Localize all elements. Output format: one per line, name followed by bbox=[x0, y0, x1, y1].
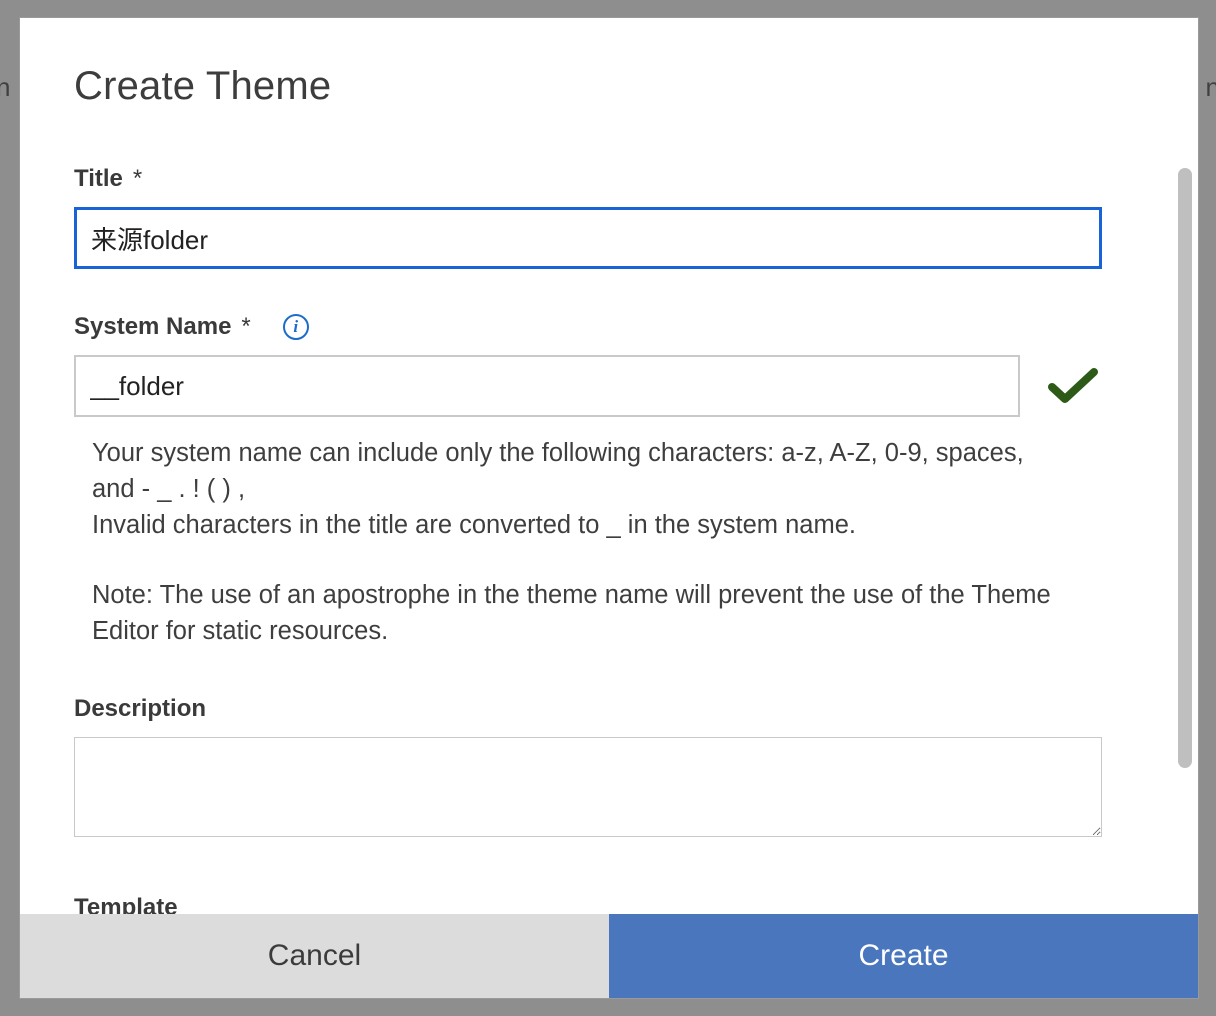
create-theme-form: Title * System Name * i bbox=[74, 165, 1144, 914]
title-label: Title bbox=[74, 165, 123, 193]
system-name-help-line1: Your system name can include only the fo… bbox=[92, 439, 1024, 503]
create-theme-modal: Create Theme Title * System Name * i bbox=[20, 18, 1198, 998]
backdrop-letter-right: n bbox=[1206, 72, 1216, 103]
modal-body: Create Theme Title * System Name * i bbox=[20, 18, 1198, 914]
backdrop-letter-left: n bbox=[0, 72, 10, 103]
description-label: Description bbox=[74, 695, 206, 723]
title-required-mark: * bbox=[133, 165, 142, 193]
title-input[interactable] bbox=[74, 207, 1102, 269]
system-name-help: Your system name can include only the fo… bbox=[74, 417, 1084, 649]
modal-footer: Cancel Create bbox=[20, 914, 1198, 998]
system-name-required-mark: * bbox=[241, 313, 250, 341]
system-name-label: System Name bbox=[74, 313, 231, 341]
create-button[interactable]: Create bbox=[609, 914, 1198, 998]
field-title: Title * bbox=[74, 165, 1120, 269]
cancel-button[interactable]: Cancel bbox=[20, 914, 609, 998]
system-name-help-line3: Note: The use of an apostrophe in the th… bbox=[92, 577, 1068, 649]
info-icon[interactable]: i bbox=[283, 314, 309, 340]
template-label: Template bbox=[74, 894, 1120, 914]
modal-scrollbar[interactable] bbox=[1178, 168, 1192, 768]
description-textarea[interactable] bbox=[74, 737, 1102, 837]
modal-title: Create Theme bbox=[74, 64, 1144, 109]
field-system-name: System Name * i Your system name can inc… bbox=[74, 313, 1120, 649]
system-name-help-line2: Invalid characters in the title are conv… bbox=[92, 511, 856, 539]
system-name-input[interactable] bbox=[74, 355, 1020, 417]
checkmark-icon bbox=[1048, 367, 1098, 405]
field-description: Description bbox=[74, 695, 1120, 842]
